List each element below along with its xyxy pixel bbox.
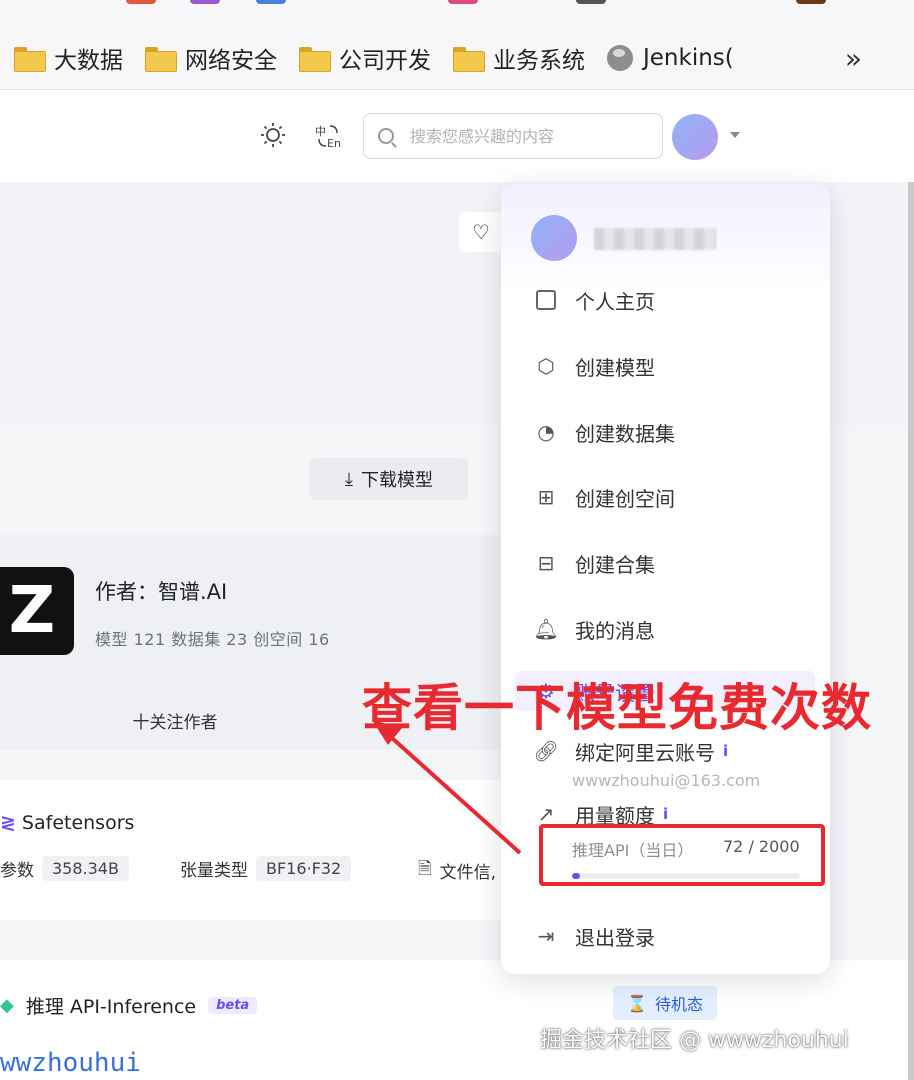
bookmarks-bar: 大数据 网络安全 公司开发 业务系统 Jenkins(	[14, 36, 756, 80]
search-input[interactable]	[410, 126, 650, 146]
bell-icon: 🔔︎	[533, 617, 559, 641]
folder-icon	[14, 46, 46, 72]
bookmark-label: 网络安全	[185, 48, 277, 74]
menu-item-create-collection[interactable]: ⊟ 创建合集	[535, 543, 655, 583]
download-label: 下载模型	[360, 470, 433, 491]
author-name[interactable]: 作者：智谱.AI	[95, 576, 227, 606]
trend-icon: ↗	[537, 802, 555, 826]
language-switch-icon[interactable]: 中 En	[314, 122, 342, 156]
menu-item-label: 创建合集	[575, 552, 655, 577]
info-icon[interactable]: i	[663, 805, 668, 823]
user-dropdown-menu: 个人主页 ⬡ 创建模型 ◔ 创建数据集 ⊞ 创建创空间 ⊟ 创建合集 🔔︎ 我的…	[501, 183, 830, 974]
bookmark-business[interactable]: 业务系统	[453, 41, 585, 75]
inference-label: 推理 API-Inference	[25, 996, 197, 1018]
folder-icon	[145, 46, 177, 72]
menu-item-create-model[interactable]: ⬡ 创建模型	[535, 346, 655, 386]
bookmark-label: Jenkins(	[643, 45, 734, 71]
bookmark-label: 公司开发	[339, 48, 431, 74]
pie-chart-icon: ◔	[537, 420, 555, 444]
params-meta: 参数 358.34B	[0, 856, 129, 881]
file-info-label: 文件信,	[439, 863, 497, 883]
menu-item-label: 个人主页	[575, 289, 655, 314]
cube-icon: ⬡	[537, 354, 555, 378]
tab-strip-remnant	[0, 0, 914, 8]
author-logo: Z	[0, 567, 74, 655]
author-logo-letter: Z	[8, 574, 56, 648]
hourglass-icon: ⌛	[627, 993, 647, 1013]
svg-text:中: 中	[315, 125, 326, 138]
watermark: 掘金技术社区 @ wwwzhouhui	[540, 1028, 849, 1053]
annotation-text: 查看一下模型免费次数	[362, 679, 872, 737]
search-box[interactable]	[363, 113, 663, 159]
menu-item-label: 绑定阿里云账号	[575, 740, 715, 765]
link-icon: 🔗︎	[533, 739, 559, 763]
menu-item-label: 退出登录	[575, 925, 655, 950]
menu-item-label: 创建创空间	[575, 486, 675, 511]
bookmark-bigdata[interactable]: 大数据	[14, 41, 123, 75]
beta-badge: beta	[208, 997, 258, 1014]
user-avatar[interactable]	[672, 114, 718, 160]
bookmark-jenkins[interactable]: Jenkins(	[607, 45, 734, 71]
home-page-icon	[535, 289, 557, 311]
params-value: 358.34B	[42, 856, 129, 881]
annotation-highlight-box	[539, 824, 825, 886]
bookmark-company-dev[interactable]: 公司开发	[299, 41, 431, 75]
page-scrollbar[interactable]	[908, 182, 914, 1080]
bookmark-label: 业务系统	[493, 48, 585, 74]
tensor-value: BF16·F32	[256, 856, 352, 881]
menu-item-create-dataset[interactable]: ◔ 创建数据集	[535, 412, 675, 452]
format-label: Safetensors	[21, 812, 135, 834]
file-icon: 🗎	[418, 859, 432, 879]
tensor-label: 张量类型	[180, 861, 248, 881]
author-stats: 模型 121 数据集 23 创空间 16	[95, 630, 330, 649]
file-info-link[interactable]: 🗎 文件信,	[418, 856, 496, 885]
inference-title: ◆ 推理 API-Inference beta	[0, 992, 258, 1019]
search-icon	[378, 128, 394, 144]
chevron-down-icon[interactable]	[730, 132, 740, 138]
model-info-card	[0, 780, 510, 920]
svg-text:En: En	[327, 137, 341, 150]
menu-avatar	[531, 215, 577, 261]
standby-label: 待机态	[654, 995, 703, 1014]
download-model-button[interactable]: ⤓ 下载模型	[310, 458, 468, 500]
add-space-icon: ⊞	[537, 485, 555, 509]
info-icon[interactable]: i	[723, 742, 728, 760]
folder-icon	[453, 46, 485, 72]
menu-item-label: 创建模型	[575, 355, 655, 380]
menu-item-messages[interactable]: 🔔︎ 我的消息	[533, 609, 655, 649]
menu-item-profile[interactable]: 个人主页	[535, 280, 655, 320]
collection-icon: ⊟	[537, 551, 555, 575]
menu-item-bind-aliyun[interactable]: 🔗︎ 绑定阿里云账号 i	[533, 736, 728, 766]
username-partial: wwzhouhui	[0, 1048, 141, 1078]
heart-icon: ♡	[472, 220, 490, 244]
menu-item-create-space[interactable]: ⊞ 创建创空间	[535, 477, 675, 517]
params-label: 参数	[0, 861, 34, 881]
format-row: ≷ Safetensors	[0, 812, 134, 834]
menu-item-label: 创建数据集	[575, 421, 675, 446]
standby-status-badge: ⌛ 待机态	[613, 986, 717, 1020]
folder-icon	[299, 46, 331, 72]
bookmarks-overflow-button[interactable]: »	[845, 42, 862, 75]
safetensors-icon: ≷	[0, 812, 16, 834]
bookmark-security[interactable]: 网络安全	[145, 41, 277, 75]
menu-item-logout[interactable]: ⇥ 退出登录	[535, 916, 655, 956]
blurred-username	[594, 228, 716, 250]
favorite-button[interactable]: ♡	[459, 212, 503, 252]
sun-icon[interactable]	[260, 122, 286, 154]
follow-author-button[interactable]: 十关注作者	[0, 700, 350, 740]
bound-email: wwwzhouhui@163.com	[572, 771, 761, 790]
globe-icon	[607, 45, 633, 71]
inference-icon: ◆	[0, 995, 14, 1016]
logout-icon: ⇥	[537, 924, 555, 948]
download-icon: ⤓	[345, 468, 353, 490]
bookmark-label: 大数据	[54, 48, 123, 74]
menu-item-label: 我的消息	[575, 618, 655, 643]
tensor-meta: 张量类型 BF16·F32	[180, 856, 352, 881]
browser-toolbar: 大数据 网络安全 公司开发 业务系统 Jenkins( »	[0, 0, 914, 90]
